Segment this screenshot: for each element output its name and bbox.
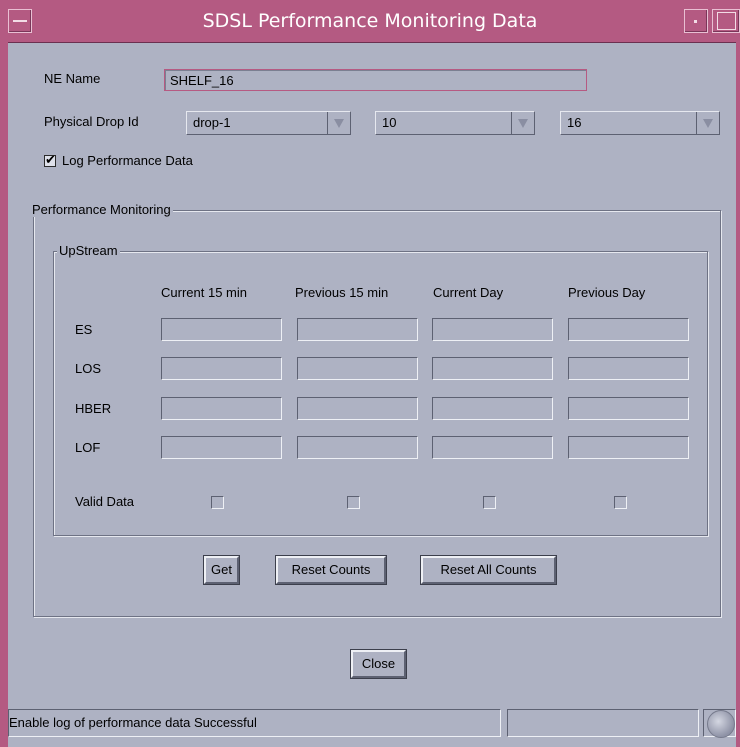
valid-data-current-15min-checkbox xyxy=(211,496,224,509)
lof-previous-15min-field[interactable] xyxy=(297,436,418,459)
row-label-lof: LOF xyxy=(75,440,101,455)
window-menu-button[interactable] xyxy=(8,9,32,33)
status-message: Enable log of performance data Successfu… xyxy=(9,715,257,730)
chevron-down-icon[interactable] xyxy=(696,112,719,134)
port-combo-value: 16 xyxy=(567,115,582,130)
status-indicator-icon xyxy=(707,710,735,738)
log-performance-label[interactable]: Log Performance Data xyxy=(62,153,193,168)
lof-current-day-field[interactable] xyxy=(432,436,553,459)
window-frame-left xyxy=(0,42,8,747)
drop-combo[interactable]: drop-1 xyxy=(186,111,351,135)
status-bar-icon-panel xyxy=(703,709,736,738)
hber-previous-day-field[interactable] xyxy=(568,397,689,420)
slot-combo[interactable]: 10 xyxy=(375,111,535,135)
los-previous-day-field[interactable] xyxy=(568,357,689,380)
valid-data-previous-15min-checkbox xyxy=(347,496,360,509)
physical-drop-label: Physical Drop Id xyxy=(44,114,139,129)
upstream-title: UpStream xyxy=(57,243,120,258)
column-header: Current 15 min xyxy=(161,285,247,300)
performance-monitoring-title: Performance Monitoring xyxy=(30,202,173,217)
lof-previous-day-field[interactable] xyxy=(568,436,689,459)
log-performance-checkbox[interactable] xyxy=(44,153,56,168)
es-current-15min-field[interactable] xyxy=(161,318,282,341)
reset-counts-button[interactable]: Reset Counts xyxy=(275,555,387,585)
los-current-15min-field[interactable] xyxy=(161,357,282,380)
row-label-los: LOS xyxy=(75,361,102,376)
column-header: Previous Day xyxy=(568,285,646,300)
row-label-hber: HBER xyxy=(75,401,112,416)
ne-name-label: NE Name xyxy=(44,71,101,86)
es-current-day-field[interactable] xyxy=(432,318,553,341)
column-header: Previous 15 min xyxy=(295,285,389,300)
status-bar-aux-panel xyxy=(507,709,699,737)
minimize-button[interactable] xyxy=(684,9,708,33)
column-header: Current Day xyxy=(433,285,504,300)
drop-combo-value: drop-1 xyxy=(193,115,231,130)
hber-current-day-field[interactable] xyxy=(432,397,553,420)
maximize-icon xyxy=(717,12,736,30)
chevron-down-icon[interactable] xyxy=(511,112,534,134)
reset-all-counts-button[interactable]: Reset All Counts xyxy=(420,555,557,585)
valid-data-label: Valid Data xyxy=(75,494,135,509)
ne-name-field[interactable]: SHELF_16 xyxy=(164,69,587,91)
close-button[interactable]: Close xyxy=(350,649,407,679)
window-frame-right xyxy=(736,42,740,747)
status-bar-message-panel: Enable log of performance data Successfu… xyxy=(8,709,501,737)
minimize-icon xyxy=(694,20,697,23)
hber-current-15min-field[interactable] xyxy=(161,397,282,420)
maximize-button[interactable] xyxy=(712,9,740,33)
row-label-es: ES xyxy=(75,322,93,337)
chevron-down-icon[interactable] xyxy=(327,112,350,134)
slot-combo-value: 10 xyxy=(382,115,397,130)
lof-current-15min-field[interactable] xyxy=(161,436,282,459)
es-previous-day-field[interactable] xyxy=(568,318,689,341)
valid-data-current-day-checkbox xyxy=(483,496,496,509)
hber-previous-15min-field[interactable] xyxy=(297,397,418,420)
window-title: SDSL Performance Monitoring Data xyxy=(202,10,538,32)
port-combo[interactable]: 16 xyxy=(560,111,720,135)
los-previous-15min-field[interactable] xyxy=(297,357,418,380)
valid-data-previous-day-checkbox xyxy=(614,496,627,509)
es-previous-15min-field[interactable] xyxy=(297,318,418,341)
menu-icon xyxy=(13,20,27,22)
los-current-day-field[interactable] xyxy=(432,357,553,380)
get-button[interactable]: Get xyxy=(203,555,240,585)
